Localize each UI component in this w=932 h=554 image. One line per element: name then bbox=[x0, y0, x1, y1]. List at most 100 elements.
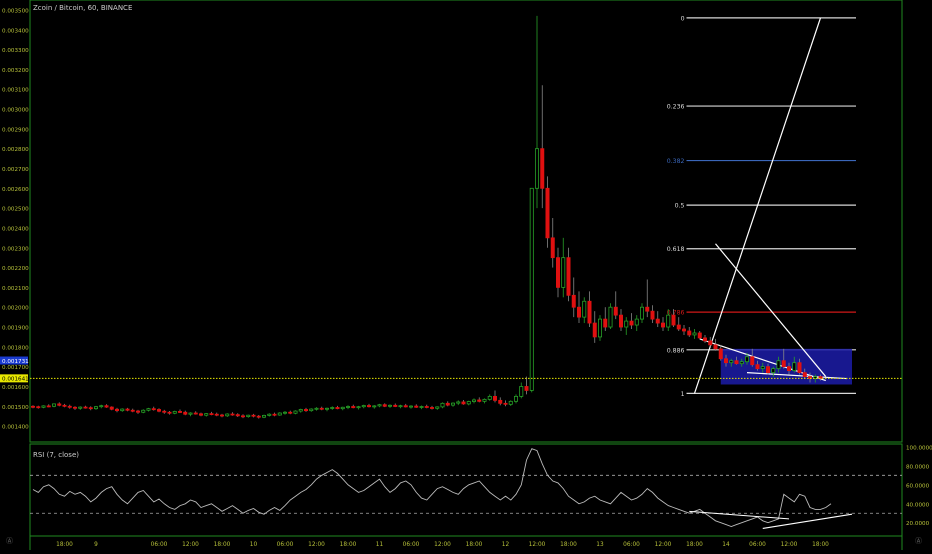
time-axis-tick-label: 06:00 bbox=[403, 542, 420, 548]
candle-body bbox=[267, 413, 272, 416]
candle-body bbox=[277, 412, 282, 416]
candle-body bbox=[282, 411, 287, 414]
candle-body bbox=[466, 401, 471, 405]
candle-body bbox=[340, 406, 345, 410]
candle-body bbox=[398, 405, 403, 408]
candle-body bbox=[477, 399, 482, 402]
price-axis-tick-label: 0.001700 bbox=[2, 365, 29, 371]
time-axis-tick-label: 13 bbox=[596, 542, 604, 548]
candle-body bbox=[445, 402, 450, 406]
candle-body bbox=[613, 306, 618, 316]
candle-body bbox=[204, 413, 209, 416]
candle-body bbox=[424, 406, 429, 408]
candle-body bbox=[219, 414, 224, 417]
candle-body bbox=[755, 364, 760, 370]
consolidation-box bbox=[720, 348, 852, 385]
rsi-trend-line bbox=[762, 513, 853, 529]
candle-body bbox=[251, 414, 256, 417]
candle-body bbox=[156, 409, 161, 412]
price-axis-tick-label: 0.001800 bbox=[2, 345, 29, 351]
time-axis-tick-label: 11 bbox=[376, 542, 384, 548]
candle-body bbox=[83, 406, 88, 409]
candle-body bbox=[193, 412, 198, 415]
candle-body bbox=[408, 405, 413, 408]
time-axis-tick-label: 12:00 bbox=[182, 542, 199, 548]
candle-body bbox=[198, 413, 203, 416]
candle-body bbox=[366, 405, 371, 408]
rsi-axis-tick-label: 80.0000 bbox=[906, 464, 930, 470]
candle-body bbox=[36, 406, 41, 409]
candle-body bbox=[293, 410, 298, 414]
candle-body bbox=[645, 306, 650, 312]
price-axis-tick-label: 0.003100 bbox=[2, 88, 29, 94]
candle-body bbox=[713, 344, 718, 350]
price-axis-tick-label: 0.001500 bbox=[2, 405, 29, 411]
price-axis-tick-label: 0.003300 bbox=[2, 48, 29, 54]
candle-body bbox=[634, 318, 639, 326]
rsi-axis-tick-label: 60.0000 bbox=[906, 483, 930, 489]
candle-body bbox=[230, 413, 235, 416]
time-axis-tick-label: 06:00 bbox=[151, 542, 168, 548]
candle-body bbox=[52, 403, 57, 407]
chart-root: 0.003500 0.003400 0.003300 0.003200 0.003100… bbox=[0, 0, 932, 550]
candle-body bbox=[661, 322, 666, 328]
price-axis-tick-label: 0.002300 bbox=[2, 246, 29, 252]
candle-body bbox=[377, 404, 382, 407]
candle-body bbox=[550, 237, 555, 259]
candle-body bbox=[125, 408, 130, 411]
candle-body bbox=[73, 406, 78, 409]
time-axis-tick-label: 12:00 bbox=[781, 542, 798, 548]
candle-body bbox=[456, 401, 461, 404]
candle-body bbox=[324, 407, 329, 410]
time-axis-tick-label: 12:00 bbox=[529, 542, 546, 548]
candle-body bbox=[440, 402, 445, 408]
time-axis-tick-label: 14 bbox=[722, 542, 730, 548]
candle-body bbox=[556, 257, 561, 288]
price-axis-tick-label: 0.002500 bbox=[2, 207, 29, 213]
candle-body bbox=[514, 395, 519, 402]
candle-body bbox=[414, 405, 419, 408]
time-axis-tick-label: 18:00 bbox=[686, 542, 703, 548]
candle-body bbox=[104, 405, 109, 408]
candle-body bbox=[99, 405, 104, 408]
candle-body bbox=[115, 408, 120, 412]
candle-body bbox=[655, 318, 660, 324]
time-axis-tick-label: 12 bbox=[502, 542, 510, 548]
candle-body bbox=[57, 403, 62, 406]
candle-body bbox=[471, 399, 476, 402]
time-axis-tick-label: 18:00 bbox=[466, 542, 483, 548]
candle-body bbox=[67, 405, 72, 408]
price-label: 0.001731 bbox=[2, 359, 29, 365]
scale-icon-right[interactable]: Ⓐ bbox=[915, 536, 922, 546]
candle-body bbox=[88, 407, 93, 410]
time-axis-tick-label: 06:00 bbox=[749, 542, 766, 548]
candle-body bbox=[587, 300, 592, 324]
candle-body bbox=[303, 409, 308, 412]
candle-body bbox=[671, 314, 676, 326]
rsi-axis-tick-label: 100.0000 bbox=[906, 445, 932, 451]
candle-body bbox=[461, 401, 466, 405]
candle-body bbox=[692, 332, 697, 336]
price-axis-tick-label: 0.002100 bbox=[2, 286, 29, 292]
candle-body bbox=[162, 410, 167, 413]
candle-body bbox=[650, 310, 655, 320]
candle-body bbox=[419, 406, 424, 408]
candle-body bbox=[214, 413, 219, 416]
scale-icon-left[interactable]: Ⓐ bbox=[6, 536, 13, 546]
candle-body bbox=[697, 332, 702, 339]
candle-body bbox=[356, 406, 361, 409]
time-axis-tick-label: 10 bbox=[250, 542, 258, 548]
candle-body bbox=[802, 372, 807, 377]
candle-body bbox=[335, 407, 340, 410]
candle-body bbox=[734, 360, 739, 365]
candle-body bbox=[429, 407, 434, 409]
price-axis-tick-label: 0.002000 bbox=[2, 306, 29, 312]
price-axis-tick-label: 0.002700 bbox=[2, 167, 29, 173]
candle-body bbox=[183, 411, 188, 415]
candle-body bbox=[724, 358, 729, 364]
candle-body bbox=[177, 411, 182, 413]
candle-body bbox=[209, 413, 214, 416]
candle-body bbox=[608, 306, 613, 328]
price-axis-tick-label: 0.001900 bbox=[2, 326, 29, 332]
candle-body bbox=[94, 406, 99, 410]
